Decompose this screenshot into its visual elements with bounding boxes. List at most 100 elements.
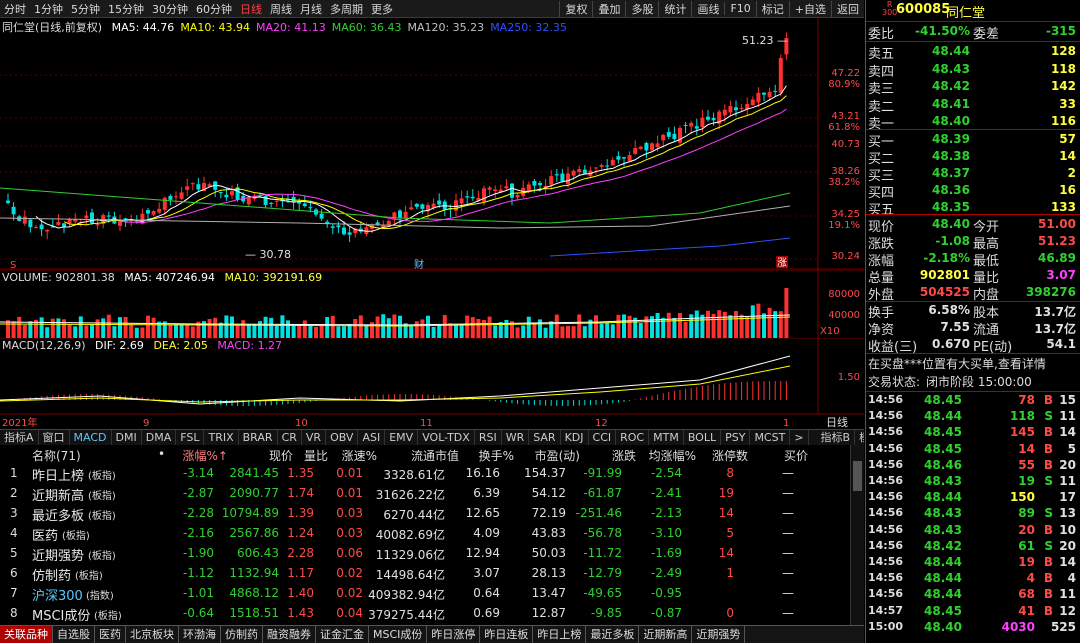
big-order-notice[interactable]: 在买盘***位置有大买单,查看详情 bbox=[868, 355, 1046, 372]
bottom-tab[interactable]: 近期强势 bbox=[692, 626, 746, 643]
table-row[interactable]: 3 最近多板 (板指) -2.28 10794.89 1.39 0.03 6270.44亿 12… bbox=[0, 503, 850, 524]
period-tab[interactable]: 60分钟 bbox=[192, 1, 236, 17]
indicator-tab[interactable]: CR bbox=[278, 430, 302, 445]
column-header[interactable]: 换手% bbox=[479, 447, 514, 464]
kline-chart[interactable]: 47.22 80.9% 43.21 61.8% 40.73 38.26 38.2% 34.25… bbox=[0, 18, 864, 271]
period-tab[interactable]: 5分钟 bbox=[67, 1, 104, 17]
indicator-right-tab[interactable]: 指标B bbox=[817, 430, 856, 445]
indicator-tab[interactable]: VOL-TDX bbox=[418, 430, 475, 445]
sector-name[interactable]: 近期新高 bbox=[32, 485, 84, 504]
sector-name[interactable]: 医药 bbox=[32, 525, 58, 544]
finance-marker[interactable]: 财 bbox=[414, 258, 424, 271]
column-header[interactable]: • bbox=[158, 447, 165, 461]
limit-up-marker[interactable]: 涨 bbox=[777, 257, 787, 269]
indicator-tab[interactable]: FSL bbox=[176, 430, 205, 445]
indicator-tab[interactable]: 指标A bbox=[0, 430, 39, 445]
toolbar-button[interactable]: F10 bbox=[724, 2, 755, 15]
column-header[interactable]: 涨幅%↑ bbox=[183, 447, 228, 464]
bottom-tab[interactable]: 最近多板 bbox=[586, 626, 640, 643]
bottom-tab[interactable]: 证金汇金 bbox=[316, 626, 369, 643]
indicator-tab[interactable]: PSY bbox=[721, 430, 751, 445]
indicator-tab[interactable]: RSI bbox=[475, 430, 502, 445]
indicator-tab[interactable]: DMA bbox=[142, 430, 177, 445]
bottom-tab[interactable]: 融资融券 bbox=[263, 626, 316, 643]
indicator-tab[interactable]: > bbox=[790, 430, 809, 445]
indicator-tab[interactable]: 窗口 bbox=[39, 430, 70, 445]
toolbar-button[interactable]: 画线 bbox=[691, 0, 724, 17]
indicator-tab[interactable]: BOLL bbox=[684, 430, 722, 445]
toolbar-button[interactable]: 返回 bbox=[831, 0, 864, 17]
period-label[interactable]: 日线 bbox=[826, 415, 848, 429]
table-row[interactable]: 8 MSCI成份 (板指) -0.64 1518.51 1.43 0.04 379275.44… bbox=[0, 603, 850, 624]
indicator-tab[interactable]: ASI bbox=[358, 430, 386, 445]
toolbar-button[interactable]: 复权 bbox=[559, 0, 592, 17]
bottom-tab[interactable]: 昨日上榜 bbox=[533, 626, 587, 643]
column-header[interactable]: 涨速% bbox=[342, 447, 377, 464]
column-header[interactable]: 均涨幅% bbox=[649, 447, 696, 464]
sector-name[interactable]: 最近多板 bbox=[32, 505, 84, 524]
bottom-tab[interactable]: 昨日连板 bbox=[480, 626, 534, 643]
period-tab[interactable]: 月线 bbox=[296, 1, 326, 17]
volume-chart[interactable]: 80000 40000 X10 VOLUME: 902801.38 MA5: 407… bbox=[0, 269, 864, 338]
toolbar-button[interactable]: 统计 bbox=[658, 0, 691, 17]
column-header[interactable]: 涨停数 bbox=[712, 447, 748, 464]
sector-name[interactable]: 仿制药 bbox=[32, 565, 71, 584]
table-scrollbar[interactable] bbox=[850, 445, 864, 625]
column-header[interactable]: 量比 bbox=[304, 447, 328, 464]
scrollbar-thumb[interactable] bbox=[853, 461, 862, 491]
period-tab[interactable]: 更多 bbox=[367, 1, 397, 17]
column-header[interactable]: 买价 bbox=[784, 447, 808, 464]
bottom-tab[interactable]: 北京板块 bbox=[126, 626, 179, 643]
column-header[interactable]: 流通市值 bbox=[411, 447, 459, 464]
indicator-tab[interactable]: OBV bbox=[326, 430, 359, 445]
sector-name[interactable]: MSCI成份 bbox=[32, 605, 90, 624]
sector-name[interactable]: 近期强势 bbox=[32, 545, 84, 564]
signal-marker[interactable]: S bbox=[10, 260, 16, 271]
bottom-tab[interactable]: 环渤海 bbox=[179, 626, 221, 643]
bottom-tab[interactable]: 仿制药 bbox=[221, 626, 263, 643]
period-tab[interactable]: 周线 bbox=[266, 1, 296, 17]
indicator-tab[interactable]: BRAR bbox=[239, 430, 278, 445]
bottom-tab[interactable]: 关联品种 bbox=[0, 626, 53, 643]
indicator-tab[interactable]: TRIX bbox=[204, 430, 239, 445]
indicator-tab[interactable]: MACD bbox=[70, 430, 112, 445]
toolbar-button[interactable]: +自选 bbox=[788, 0, 831, 17]
toolbar-button[interactable]: 多股 bbox=[625, 0, 658, 17]
table-row[interactable]: 6 仿制药 (板指) -1.12 1132.94 1.17 0.02 14498.64亿 3.0… bbox=[0, 563, 850, 584]
period-tab[interactable]: 多周期 bbox=[326, 1, 367, 17]
indicator-tab[interactable]: MTM bbox=[649, 430, 684, 445]
table-row[interactable]: 5 近期强势 (板指) -1.90 606.43 2.28 0.06 11329.06亿 12.… bbox=[0, 543, 850, 564]
indicator-tab[interactable]: SAR bbox=[529, 430, 561, 445]
macd-chart[interactable]: 1.50 2021年 9 10 11 12 1 日线 MACD(12,26,9) DIF: 2… bbox=[0, 337, 864, 430]
table-row[interactable]: 7 沪深300 (指数) -1.01 4868.12 1.40 0.02 409382.94亿… bbox=[0, 583, 850, 604]
column-header[interactable]: 市盈(动) bbox=[535, 447, 580, 464]
period-tab[interactable]: 1分钟 bbox=[30, 1, 67, 17]
sector-name[interactable]: 沪深300 bbox=[32, 585, 83, 604]
indicator-tab[interactable]: KDJ bbox=[561, 430, 589, 445]
indicator-tab[interactable]: ROC bbox=[616, 430, 650, 445]
toolbar-button[interactable]: 叠加 bbox=[592, 0, 625, 17]
sector-name[interactable]: 昨日上榜 bbox=[32, 465, 84, 484]
period-tab[interactable]: 分时 bbox=[0, 1, 30, 17]
indicator-tab[interactable]: VR bbox=[302, 430, 327, 445]
bottom-tab[interactable]: 近期新高 bbox=[639, 626, 693, 643]
column-header[interactable]: 名称(71) bbox=[32, 447, 81, 464]
table-row[interactable]: 1 昨日上榜 (板指) -3.14 2841.45 1.35 0.01 3328.61亿 16.… bbox=[0, 463, 850, 484]
indicator-right-tab[interactable]: 模 bbox=[855, 430, 864, 445]
table-row[interactable]: 2 近期新高 (板指) -2.87 2090.77 1.74 0.01 31626.22亿 6.… bbox=[0, 483, 850, 504]
period-tab[interactable]: 15分钟 bbox=[104, 1, 148, 17]
kline-svg[interactable]: 47.2280.9% 43.2161.8% 40.73 38.2638.2% 34.25… bbox=[0, 18, 864, 271]
indicator-tab[interactable]: EMV bbox=[385, 430, 419, 445]
indicator-tab[interactable]: DMI bbox=[112, 430, 142, 445]
table-row[interactable]: 4 医药 (板指) -2.16 2567.86 1.24 0.03 40082.69亿 4.09… bbox=[0, 523, 850, 544]
period-tab[interactable]: 日线 bbox=[236, 1, 266, 17]
bottom-tab[interactable]: 自选股 bbox=[53, 626, 95, 643]
column-header[interactable]: 涨跌 bbox=[612, 447, 636, 464]
column-header[interactable]: 现价 bbox=[269, 447, 293, 464]
bottom-tab[interactable]: MSCI成份 bbox=[369, 626, 428, 643]
indicator-tab[interactable]: CCI bbox=[589, 430, 617, 445]
bottom-tab[interactable]: 医药 bbox=[95, 626, 126, 643]
indicator-tab[interactable]: WR bbox=[502, 430, 530, 445]
bottom-tab[interactable]: 昨日涨停 bbox=[427, 626, 481, 643]
period-tab[interactable]: 30分钟 bbox=[148, 1, 192, 17]
